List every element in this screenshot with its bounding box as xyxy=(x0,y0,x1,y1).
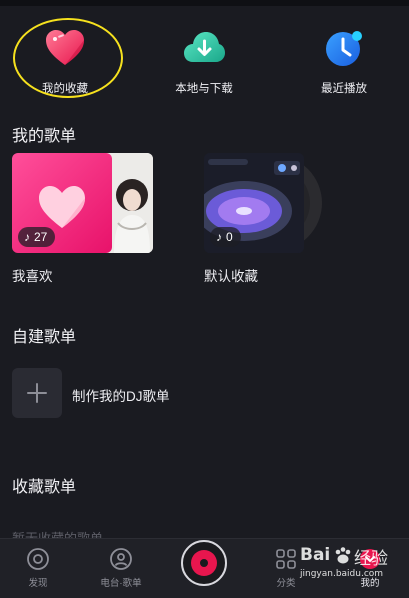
cover-liked: ♪ 27 xyxy=(12,153,112,253)
cover-default: ♪ 0 xyxy=(204,153,304,253)
recent-play-entry[interactable]: 最近播放 xyxy=(289,18,399,108)
now-playing-disc-button[interactable] xyxy=(181,540,227,586)
nav-discover-label: 发现 xyxy=(28,578,48,589)
create-dj-playlist-label: 制作我的DJ歌单 xyxy=(72,389,170,404)
collected-playlists-title: 收藏歌单 xyxy=(12,479,77,496)
create-dj-playlist-button[interactable]: 制作我的DJ歌单 xyxy=(12,368,392,420)
track-count: 0 xyxy=(226,230,233,244)
nav-radio-label: 电台·歌单 xyxy=(100,578,142,589)
watermark-brand: Bai xyxy=(300,545,331,565)
radio-icon xyxy=(110,548,132,570)
grid-icon xyxy=(276,549,296,569)
create-box xyxy=(12,368,62,418)
discover-icon xyxy=(27,548,49,570)
baidu-jingyan-watermark: Bai 经验 jingyan.baidu.com xyxy=(300,545,400,585)
watermark-brand-cn: 经验 xyxy=(354,549,388,569)
music-note-icon: ♪ xyxy=(24,230,30,244)
paw-icon xyxy=(335,547,351,564)
disc-hole xyxy=(200,559,208,567)
track-count: 27 xyxy=(34,230,48,244)
recent-play-label: 最近播放 xyxy=(321,83,367,95)
local-download-label: 本地与下载 xyxy=(175,83,233,95)
track-count-badge: ♪ 0 xyxy=(210,227,241,247)
my-playlists-title: 我的歌单 xyxy=(12,128,77,145)
playlist-card-default[interactable]: ♪ 0 默认收藏 xyxy=(204,153,354,293)
playlist-name: 默认收藏 xyxy=(204,269,258,284)
watermark-url: jingyan.baidu.com xyxy=(300,569,384,579)
nav-radio[interactable]: 电台·歌单 xyxy=(91,545,151,595)
clock-icon xyxy=(326,31,362,66)
playlist-name: 我喜欢 xyxy=(12,269,53,284)
nav-discover[interactable]: 发现 xyxy=(8,545,68,595)
music-note-icon: ♪ xyxy=(216,230,222,244)
track-count-badge: ♪ 27 xyxy=(18,227,56,247)
playlist-card-liked[interactable]: ♪ 27 我喜欢 xyxy=(12,153,162,293)
download-cloud-icon xyxy=(184,32,225,62)
highlight-ring-annotation xyxy=(13,18,123,98)
plus-icon xyxy=(27,383,47,403)
local-download-entry[interactable]: 本地与下载 xyxy=(149,18,259,108)
status-strip xyxy=(0,0,409,6)
created-playlists-title: 自建歌单 xyxy=(12,329,77,346)
